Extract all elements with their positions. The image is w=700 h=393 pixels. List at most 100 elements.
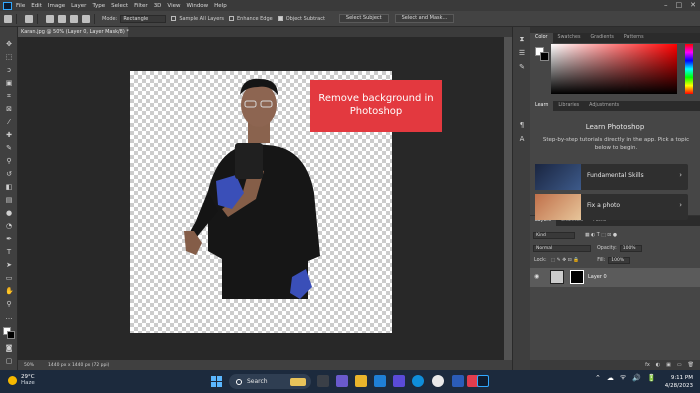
close-icon[interactable]: ✕ [690, 1, 696, 9]
eyedropper-tool-icon[interactable]: ⁄ [5, 119, 13, 126]
maximize-icon[interactable]: □ [676, 1, 683, 9]
cloud-icon[interactable]: ☁ [607, 374, 614, 382]
path-selection-icon[interactable]: ➤ [5, 262, 13, 269]
file-explorer-icon[interactable] [355, 375, 367, 387]
select-and-mask-button[interactable]: Select and Mask... [394, 14, 455, 23]
taskbar-search[interactable]: Search [229, 374, 311, 389]
fx-icon[interactable]: fx [645, 362, 650, 368]
screen-mode-icon[interactable]: ▢ [5, 358, 13, 365]
tab-swatches[interactable]: Swatches [553, 33, 586, 43]
filter-icons[interactable]: ▦ ◐ T ⬚ ⊡ ● [585, 233, 617, 238]
lasso-tool-icon[interactable]: ↄ [5, 67, 13, 74]
object-selection-tool-icon[interactable]: ▣ [5, 80, 13, 87]
background-color-swatch[interactable] [7, 331, 15, 339]
quick-mask-icon[interactable]: ◙ [5, 345, 13, 352]
edge-browser-icon[interactable] [412, 375, 424, 387]
color-field[interactable] [551, 44, 677, 94]
layer-row[interactable]: ◉ Layer 0 [530, 268, 700, 287]
menu-3d[interactable]: 3D [154, 3, 162, 9]
move-tool-icon[interactable]: ✥ [5, 41, 13, 48]
subtract-selection-icon[interactable] [70, 14, 78, 23]
menu-edit[interactable]: Edit [31, 3, 42, 9]
layer-name[interactable]: Layer 0 [588, 274, 607, 280]
new-selection-icon[interactable] [46, 14, 54, 23]
object-subtract-checkbox[interactable] [277, 16, 283, 21]
menu-file[interactable]: File [16, 3, 25, 9]
menu-help[interactable]: Help [214, 3, 227, 9]
zoom-tool-icon[interactable]: ⚲ [5, 301, 13, 308]
adjustment-layer-icon[interactable]: ◐ [656, 362, 660, 368]
visibility-eye-icon[interactable]: ◉ [534, 273, 539, 280]
weather-widget[interactable]: 29°C Haze [8, 374, 35, 386]
brushes-panel-icon[interactable]: ✎ [518, 63, 526, 71]
fill-input[interactable]: 100% [608, 256, 631, 264]
select-subject-button[interactable]: Select Subject [338, 14, 389, 23]
chevron-up-icon[interactable]: ⌃ [595, 374, 601, 382]
blend-mode-select[interactable]: Normal [533, 244, 591, 252]
app-icon[interactable] [393, 375, 405, 387]
blur-tool-icon[interactable]: ● [5, 210, 13, 217]
more-tools-icon[interactable]: … [5, 314, 13, 321]
marquee-tool-icon[interactable]: ⬚ [5, 54, 13, 61]
microsoft-store-icon[interactable] [374, 375, 386, 387]
rectangle-tool-icon[interactable]: ▭ [5, 275, 13, 282]
hue-slider[interactable] [685, 44, 693, 94]
wifi-icon[interactable]: ᯤ [620, 373, 626, 382]
paragraph-panel-icon[interactable]: ¶ [518, 121, 526, 129]
kind-filter-select[interactable]: Kind [533, 231, 575, 239]
minimize-icon[interactable]: – [664, 1, 668, 9]
menu-image[interactable]: Image [48, 3, 65, 9]
new-layer-icon[interactable]: ▭ [677, 362, 682, 368]
zoom-level[interactable]: 50% [24, 363, 34, 368]
lock-icons[interactable]: ⬚ ✎ ✥ ⊡ 🔒 [551, 258, 580, 263]
volume-icon[interactable]: 🔊 [632, 374, 641, 382]
history-brush-icon[interactable]: ↺ [5, 171, 13, 178]
gradient-tool-icon[interactable]: ▤ [5, 197, 13, 204]
object-selection-tool-icon[interactable] [25, 14, 33, 23]
learn-card-fundamental-skills[interactable]: Fundamental Skills › [535, 164, 688, 190]
task-view-icon[interactable] [317, 375, 329, 387]
tab-color[interactable]: Color [530, 33, 553, 43]
add-selection-icon[interactable] [58, 14, 66, 23]
brush-tool-icon[interactable]: ✎ [5, 145, 13, 152]
trash-icon[interactable]: 🗑 [688, 362, 694, 368]
crop-tool-icon[interactable]: ⌗ [5, 93, 13, 100]
mode-select[interactable]: Rectangle [120, 14, 167, 23]
learn-card-fix-a-photo[interactable]: Fix a photo › [535, 194, 688, 220]
opacity-input[interactable]: 100% [619, 244, 642, 252]
photoshop-logo-icon[interactable] [3, 1, 12, 10]
background-swatch[interactable] [540, 52, 549, 61]
layer-mask-thumbnail[interactable] [570, 270, 584, 284]
tab-learn[interactable]: Learn [530, 101, 554, 111]
character-panel-icon[interactable]: A [518, 135, 526, 143]
tab-gradients[interactable]: Gradients [585, 33, 618, 43]
properties-panel-icon[interactable]: ☰ [518, 49, 526, 57]
menu-filter[interactable]: Filter [134, 3, 148, 9]
windows-start-icon[interactable] [211, 376, 222, 387]
dodge-tool-icon[interactable]: ◔ [5, 223, 13, 230]
tab-adjustments[interactable]: Adjustments [584, 101, 624, 111]
menu-window[interactable]: Window [186, 3, 208, 9]
clock[interactable]: 9:11 PM 4/28/2023 [653, 374, 693, 390]
teams-chat-icon[interactable] [336, 375, 348, 387]
chrome-browser-icon[interactable] [432, 375, 444, 387]
word-icon[interactable] [452, 375, 464, 387]
frame-tool-icon[interactable]: ⊠ [5, 106, 13, 113]
menu-layer[interactable]: Layer [71, 3, 86, 9]
eraser-tool-icon[interactable]: ◧ [5, 184, 13, 191]
menu-select[interactable]: Select [111, 3, 128, 9]
menu-view[interactable]: View [167, 3, 180, 9]
document-tab[interactable]: Karan.jpg @ 50% (Layer 0, Layer Mask/8) … [18, 27, 129, 37]
menu-type[interactable]: Type [92, 3, 105, 9]
pen-tool-icon[interactable]: ✒ [5, 236, 13, 243]
healing-brush-icon[interactable]: ✚ [5, 132, 13, 139]
intersect-selection-icon[interactable] [82, 14, 90, 23]
tab-patterns[interactable]: Patterns [619, 33, 649, 43]
add-mask-icon[interactable]: ▣ [666, 362, 671, 368]
type-tool-icon[interactable]: T [5, 249, 13, 256]
enhance-edge-checkbox[interactable] [228, 16, 234, 21]
clone-stamp-icon[interactable]: ⚲ [5, 158, 13, 165]
tab-libraries[interactable]: Libraries [553, 101, 584, 111]
home-icon[interactable] [4, 14, 12, 23]
hand-tool-icon[interactable]: ✋ [5, 288, 14, 295]
